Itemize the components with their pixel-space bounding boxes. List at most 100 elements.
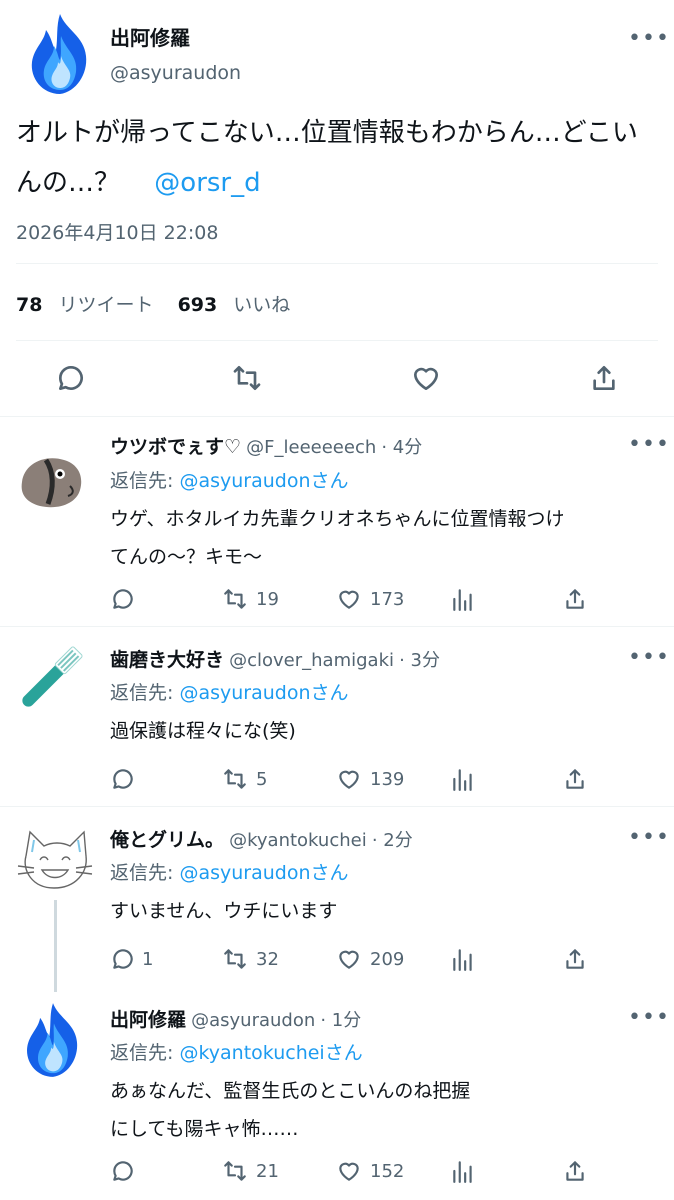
reply-to-line: 返信先: @asyuraudonさん [110,858,349,885]
analytics-icon[interactable] [450,1158,476,1188]
divider [16,263,658,264]
tweet-text: オルトが帰ってこない…位置情報もわからん…どこいんの…？ @orsr_d [16,108,656,208]
author-name[interactable]: 歯磨き大好き [110,649,224,671]
more-icon[interactable]: ••• [628,26,670,51]
reply-header: 俺とグリム。 @kyantokuchei · 2分 [110,825,413,852]
heart-icon[interactable] [336,586,362,616]
reply-to-handle[interactable]: @asyuraudon [179,862,310,884]
avatar[interactable] [18,998,88,1082]
reply-text: ウゲ、ホタルイカ先輩クリオネちゃんに位置情報つけ てんの〜？キモ〜 [110,500,564,576]
analytics-icon[interactable] [450,766,476,796]
heart-icon[interactable] [336,946,362,976]
share-icon[interactable] [562,766,588,796]
reply-icon[interactable] [110,586,136,616]
share-icon[interactable] [562,1158,588,1188]
like-count[interactable]: 173 [370,589,404,610]
avatar[interactable] [22,12,98,96]
mention-link[interactable]: @orsr_d [154,168,260,198]
reply-icon[interactable] [110,946,136,976]
like-label[interactable]: いいね [233,294,290,316]
reply-icon[interactable] [110,1158,136,1188]
reply-to-handle[interactable]: @asyuraudon [179,470,310,492]
author-name[interactable]: 出阿修羅 [110,22,190,51]
author-handle[interactable]: @asyuraudon [110,62,241,84]
author-handle[interactable]: @clover_hamigaki [229,650,394,671]
like-count[interactable]: 152 [370,1161,404,1182]
reply-text-line: あぁなんだ、監督生氏のとこいんのね把握 [110,1080,471,1102]
divider [0,806,674,807]
retweet-icon[interactable] [220,766,250,796]
more-icon[interactable]: ••• [628,645,670,670]
retweet-icon[interactable] [220,946,250,976]
retweet-icon[interactable] [230,362,264,398]
more-icon[interactable]: ••• [628,432,670,457]
retweet-label[interactable]: リツイート [59,294,154,316]
avatar[interactable] [14,826,94,896]
reply-to-handle[interactable]: @kyantokuchei [179,1042,324,1064]
author-name[interactable]: ウツボでぇす♡ [110,436,241,458]
reply-text-line: 過保護は程々にな(笑) [110,720,296,742]
share-icon[interactable] [562,946,588,976]
retweet-count[interactable]: 21 [256,1161,279,1182]
heart-icon[interactable] [336,1158,362,1188]
more-icon[interactable]: ••• [628,825,670,850]
retweet-count[interactable]: 78 [16,294,42,316]
reply-icon[interactable] [55,362,87,398]
analytics-icon[interactable] [450,946,476,976]
tweet-stats: 78 リツイート 693 いいね [16,290,290,317]
avatar[interactable] [14,446,88,520]
retweet-count[interactable]: 32 [256,949,279,970]
heart-icon[interactable] [336,766,362,796]
reply-to-label: 返信先: [110,470,174,492]
avatar[interactable] [14,638,88,718]
toothbrush-avatar [22,646,83,707]
blue-flame-avatar [31,14,87,94]
more-icon[interactable]: ••• [628,1005,670,1030]
author-name[interactable]: 出阿修羅 [110,1009,186,1031]
reply-time[interactable]: · 4分 [381,437,422,458]
reply-to-suffix[interactable]: さん [311,470,349,492]
retweet-count[interactable]: 19 [256,589,279,610]
reply-text-line: にしても陽キャ怖…… [110,1118,299,1140]
divider [0,416,674,417]
share-icon[interactable] [562,586,588,616]
like-count[interactable]: 139 [370,769,404,790]
reply-to-suffix[interactable]: さん [325,1042,363,1064]
reply-to-line: 返信先: @kyantokucheiさん [110,1038,363,1065]
reply-to-suffix[interactable]: さん [311,682,349,704]
reply-text-line: ウゲ、ホタルイカ先輩クリオネちゃんに位置情報つけ [110,508,565,530]
tweet-timestamp[interactable]: 2026年4月10日 22:08 [16,218,218,245]
tweet-body: オルトが帰ってこない…位置情報もわからん…どこいんの…？ [16,118,638,198]
like-count[interactable]: 693 [178,294,218,316]
reply-to-line: 返信先: @asyuraudonさん [110,466,349,493]
blue-flame-avatar [27,1003,78,1077]
reply-icon[interactable] [110,766,136,796]
reply-to-handle[interactable]: @asyuraudon [179,682,310,704]
reply-to-suffix[interactable]: さん [311,862,349,884]
share-icon[interactable] [588,362,620,398]
reply-text-line: すいません、ウチにいます [110,900,338,922]
reply-text-line: てんの〜？キモ〜 [110,546,263,568]
thread-line [54,900,57,992]
author-handle[interactable]: @asyuraudon [191,1010,315,1031]
reply-text: あぁなんだ、監督生氏のとこいんのね把握 にしても陽キャ怖…… [110,1072,470,1148]
retweet-icon[interactable] [220,1158,250,1188]
retweet-icon[interactable] [220,586,250,616]
heart-icon[interactable] [410,362,442,398]
author-handle[interactable]: @F_leeeeeech [246,437,376,458]
like-count[interactable]: 209 [370,949,404,970]
divider [0,626,674,627]
retweet-count[interactable]: 5 [256,769,267,790]
reply-time[interactable]: · 1分 [320,1010,361,1031]
author-handle[interactable]: @kyantokuchei [229,830,367,851]
reply-time[interactable]: · 3分 [399,650,440,671]
reply-to-label: 返信先: [110,1042,174,1064]
reply-header: ウツボでぇす♡ @F_leeeeeech · 4分 [110,432,422,459]
author-name[interactable]: 俺とグリム。 [110,829,224,851]
reply-header: 出阿修羅 @asyuraudon · 1分 [110,1005,361,1032]
analytics-icon[interactable] [450,586,476,616]
reply-to-line: 返信先: @asyuraudonさん [110,678,349,705]
reply-header: 歯磨き大好き @clover_hamigaki · 3分 [110,645,440,672]
reply-count[interactable]: 1 [142,949,153,970]
reply-time[interactable]: · 2分 [372,830,413,851]
